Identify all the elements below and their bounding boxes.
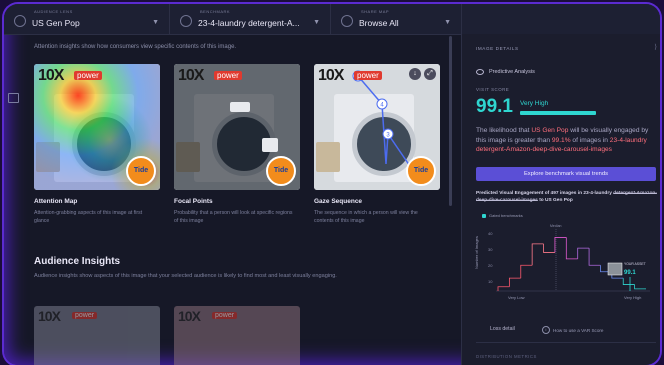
audience-card[interactable]: 10X power — [174, 306, 300, 365]
brand-logo: 10X — [178, 308, 201, 324]
main-scrollbar[interactable] — [449, 36, 452, 206]
image-value: 23-4-laundry detergent-A... — [198, 18, 300, 28]
mode-selector[interactable]: Share map Browse All ▼ — [331, 4, 462, 34]
top-toolbar: Audience Lens US Gen Pop ▼ Benchmark 23-… — [4, 4, 660, 35]
y-tick-label: 20 — [488, 263, 493, 268]
explore-benchmark-button[interactable]: Explore benchmark visual trends — [476, 167, 656, 181]
asset-value: 99.1 — [624, 270, 636, 276]
mode-icon — [341, 15, 353, 27]
audience-value: US Gen Pop — [32, 18, 80, 28]
audience-card[interactable]: 10X power — [34, 306, 160, 365]
asset-thumbnail — [607, 262, 623, 276]
y-axis-label: Number of Images — [474, 236, 479, 269]
panel-title: Image details — [476, 46, 519, 51]
image-selector[interactable]: Benchmark 23-4-laundry detergent-A... ▼ — [170, 4, 331, 34]
left-sidebar — [4, 34, 20, 365]
divider — [476, 342, 656, 343]
main-content: Attention insights show how consumers vi… — [4, 34, 456, 365]
median-label: Median — [550, 224, 562, 228]
download-icon[interactable]: ↓ — [409, 68, 421, 80]
brand-logo: 10X — [38, 67, 64, 84]
audience-selector[interactable]: Audience Lens US Gen Pop ▼ — [4, 4, 170, 34]
tide-logo: Tide — [126, 156, 156, 186]
card-title: Attention Map — [34, 198, 78, 205]
card-title: Focal Points — [174, 198, 213, 205]
distribution-step — [497, 286, 510, 291]
card-description: Probability that a person will look at s… — [174, 210, 293, 224]
audience-icon — [14, 15, 26, 27]
image-gallery-icon[interactable] — [8, 93, 19, 103]
card-title: Gaze Sequence — [314, 198, 363, 205]
distribution-metrics-label: Distribution metrics — [476, 354, 537, 359]
eye-icon — [476, 69, 484, 75]
distribution-step — [520, 264, 533, 279]
distribution-step — [508, 277, 521, 287]
visit-score-value: 99.1 — [476, 96, 513, 117]
brand-logo: 10X — [38, 308, 61, 324]
x-left-label: Very Low — [508, 295, 525, 300]
brand-logo: 10X — [178, 67, 204, 84]
score-rating: Very High — [520, 100, 549, 107]
info-icon: i — [542, 326, 550, 334]
howto-link[interactable]: i How to use a VAR Score — [542, 326, 603, 334]
chevron-down-icon: ▼ — [313, 18, 320, 26]
collapse-icon[interactable]: ⟩ — [654, 43, 657, 51]
distribution-step — [634, 284, 646, 290]
focal-points-card[interactable]: 10X power Tide — [174, 64, 300, 190]
distribution-step — [554, 237, 567, 253]
tide-logo: Tide — [266, 156, 296, 186]
distribution-step — [577, 247, 590, 259]
chart-legend: Gated benchmarks — [482, 213, 523, 218]
predictive-analysis-row: Predictive Analysis — [476, 69, 535, 75]
loss-detail-link[interactable]: Loss detail — [490, 326, 515, 332]
attention-intro: Attention insights show how consumers vi… — [34, 44, 237, 50]
x-right-label: Very High — [624, 295, 641, 300]
legend-swatch — [482, 213, 486, 218]
distribution-step — [565, 237, 578, 260]
distribution-chart: Number of Images 40 30 20 10 Median YOUR… — [474, 224, 650, 300]
brand-logo: 10X — [318, 67, 344, 84]
distribution-step — [531, 243, 544, 266]
score-bar — [520, 111, 596, 115]
y-tick-label: 40 — [488, 231, 493, 236]
tide-logo: Tide — [406, 156, 436, 186]
chevron-down-icon: ▼ — [152, 18, 159, 26]
likelihood-text: The likelihood that US Gen Pop will be v… — [476, 127, 649, 154]
card-description: The sequence in which a person will view… — [314, 210, 418, 224]
card-description: Attention-grabbing aspects of this image… — [34, 210, 143, 224]
mode-value: Browse All — [359, 18, 399, 28]
predicted-engagement-title: Predicted Visual Engagement of 497 image… — [476, 191, 657, 204]
audience-insights-title: Audience Insights — [34, 256, 121, 267]
audience-insights-desc: Audience insights show aspects of this i… — [34, 273, 337, 279]
expand-icon[interactable]: ⤢ — [424, 68, 436, 80]
gaze-sequence-card[interactable]: 1 4 3 2 10X power Tide ↓ ⤢ — [314, 64, 440, 190]
app-frame: Audience Lens US Gen Pop ▼ Benchmark 23-… — [4, 4, 660, 365]
attention-map-card[interactable]: 10X power Tide — [34, 64, 160, 190]
image-icon — [180, 15, 192, 27]
chevron-down-icon: ▼ — [444, 18, 451, 26]
y-tick-label: 10 — [488, 279, 493, 284]
distribution-step — [622, 278, 635, 285]
distribution-step — [588, 248, 601, 266]
y-tick-label: 30 — [488, 247, 493, 252]
asset-label: YOUR ASSET — [624, 262, 646, 266]
visit-score-label: Visit score — [476, 87, 510, 92]
image-details-panel: Image details ⟩ Predictive Analysis Visi… — [461, 34, 660, 365]
distribution-step — [543, 243, 555, 253]
